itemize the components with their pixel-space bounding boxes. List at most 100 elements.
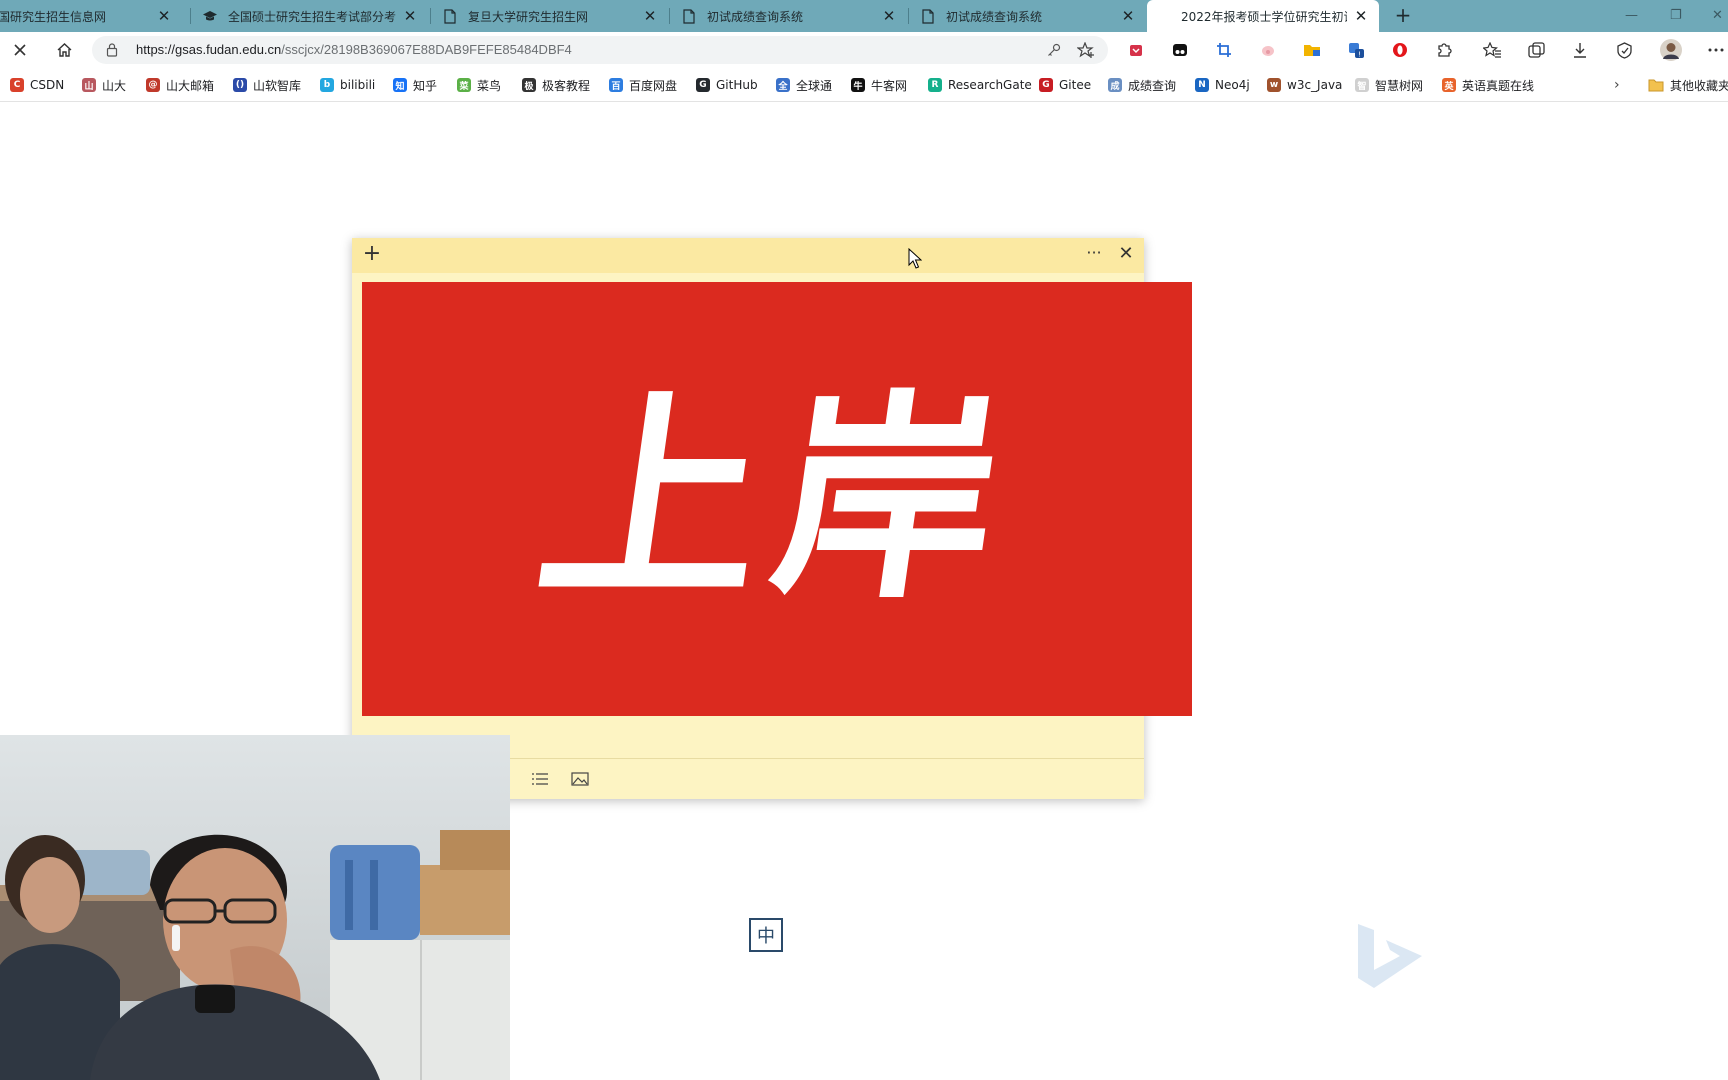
tab-strip: 国研究生招生信息网 ✕ 全国硕士研究生招生考试部分考生 ✕ 复旦大学研究生招生网…: [0, 0, 1728, 32]
browser-essentials-icon[interactable]: [1612, 38, 1636, 62]
sticky-note-header[interactable]: + ··· ✕: [352, 238, 1144, 273]
bookmark-bilibili[interactable]: b bilibili: [320, 76, 375, 94]
new-tab-button[interactable]: +: [1391, 4, 1415, 28]
graduation-cap-icon: [202, 8, 218, 24]
bookmarks-overflow-chevron-icon[interactable]: ›: [1614, 76, 1620, 94]
window-close-icon[interactable]: ✕: [1712, 8, 1723, 23]
minimize-icon[interactable]: —: [1625, 8, 1638, 23]
bookmark-csdn[interactable]: C CSDN: [10, 76, 64, 94]
bookmark-runoob[interactable]: 菜菜鸟: [457, 76, 501, 94]
url-path: /sscjcx/28198B369067E88DAB9FEFE85484DBF4: [281, 42, 572, 57]
tab-close-icon[interactable]: ✕: [1353, 8, 1369, 24]
tab-separator: [669, 8, 670, 24]
svg-text:!: !: [1358, 51, 1361, 59]
tab-title: 初试成绩查询系统: [707, 9, 804, 24]
tab-5[interactable]: 初试成绩查询系统 ✕: [910, 0, 1146, 32]
tab-3[interactable]: 复旦大学研究生招生网 ✕: [432, 0, 668, 32]
extension-tampermonkey-icon[interactable]: [1168, 38, 1192, 62]
tab-title: 全国硕士研究生招生考试部分考生: [228, 9, 396, 24]
bookmark-label: Gitee: [1059, 78, 1092, 92]
ime-indicator[interactable]: 中: [749, 918, 783, 952]
bookmark-w3c-java[interactable]: w w3c_Java: [1267, 76, 1342, 94]
bookmark-nowcoder[interactable]: 牛牛客网: [851, 76, 907, 94]
address-bar[interactable]: https://gsas.fudan.edu.cn/sscjcx/28198B3…: [92, 36, 1108, 64]
atom-icon: 全: [776, 78, 790, 92]
insert-image-icon[interactable]: [568, 768, 592, 790]
extension-crop-icon[interactable]: [1212, 38, 1236, 62]
tab-close-icon[interactable]: ✕: [156, 8, 172, 24]
tab-4[interactable]: 初试成绩查询系统 ✕: [671, 0, 907, 32]
bookmark-baidu-pan[interactable]: 百百度网盘: [609, 76, 677, 94]
tab-6-active[interactable]: 2022年报考硕士学位研究生初试 ✕: [1147, 0, 1379, 32]
bookmark-neo4j[interactable]: N Neo4j: [1195, 76, 1250, 94]
tab-title: 复旦大学研究生招生网: [468, 9, 589, 24]
bookmark-label: CSDN: [30, 78, 65, 92]
researchgate-icon: R: [928, 78, 942, 92]
bookmark-sdu-mail[interactable]: @ 山大邮箱: [146, 76, 214, 94]
more-menu-icon[interactable]: [1704, 38, 1728, 62]
nowcoder-icon: 牛: [851, 78, 865, 92]
bullet-list-icon[interactable]: [528, 768, 552, 790]
stop-loading-icon[interactable]: [8, 38, 32, 62]
favorites-icon[interactable]: [1480, 38, 1504, 62]
more-options-icon[interactable]: ···: [1082, 243, 1106, 267]
key-icon[interactable]: [1042, 38, 1066, 62]
bookmark-researchgate[interactable]: R ResearchGate: [928, 76, 1032, 94]
note-image: 上岸: [362, 282, 1192, 716]
bookmark-label: w3c_Java: [1287, 78, 1343, 92]
bilibili-icon: b: [320, 78, 334, 92]
other-bookmarks-folder[interactable]: 其他收藏夹: [1648, 76, 1728, 94]
tab-title: 2022年报考硕士学位研究生初试: [1181, 9, 1347, 24]
add-favorite-icon[interactable]: [1074, 38, 1098, 62]
tab-2[interactable]: 全国硕士研究生招生考试部分考生 ✕: [192, 0, 428, 32]
bookmark-label: 山大邮箱: [166, 78, 215, 93]
tab-close-icon[interactable]: ✕: [1120, 8, 1136, 24]
bookmark-label: ResearchGate: [948, 78, 1032, 92]
folder-icon: [1648, 79, 1664, 92]
extension-folder-icon[interactable]: [1300, 38, 1324, 62]
bookmark-score-query[interactable]: 成成绩查询: [1108, 76, 1176, 94]
extension-pig-icon[interactable]: [1256, 38, 1280, 62]
document-icon: [681, 8, 697, 24]
collections-icon[interactable]: [1524, 38, 1548, 62]
mouse-cursor-icon: [908, 248, 922, 269]
bookmark-github[interactable]: G GitHub: [696, 76, 758, 94]
extension-translate-icon[interactable]: !: [1344, 38, 1368, 62]
extension-opera-icon[interactable]: [1388, 38, 1412, 62]
home-icon[interactable]: [52, 38, 76, 62]
profile-avatar[interactable]: [1659, 38, 1683, 62]
extension-pocket-icon[interactable]: [1124, 38, 1148, 62]
bookmark-shandong-university[interactable]: 山山大: [82, 76, 126, 94]
tab-1[interactable]: 国研究生招生信息网 ✕: [0, 0, 182, 32]
tab-separator: [190, 8, 191, 24]
extensions-puzzle-icon[interactable]: [1432, 38, 1456, 62]
runoob-icon: 菜: [457, 78, 471, 92]
new-note-button[interactable]: +: [360, 243, 384, 267]
browser-toolbar: https://gsas.fudan.edu.cn/sscjcx/28198B3…: [0, 32, 1728, 68]
cloud-drive-icon: 百: [609, 78, 623, 92]
bookmark-sdu-software-library[interactable]: () 山软智库: [233, 76, 301, 94]
bookmark-label: 智慧树网: [1375, 78, 1424, 93]
csdn-icon: C: [10, 78, 24, 92]
bookmark-label: GitHub: [716, 78, 758, 92]
tab-close-icon[interactable]: ✕: [402, 8, 418, 24]
bookmark-gitee[interactable]: G Gitee: [1039, 76, 1091, 94]
downloads-icon[interactable]: [1568, 38, 1592, 62]
bookmark-geek-tutorial[interactable]: 极极客教程: [522, 76, 590, 94]
close-note-button[interactable]: ✕: [1114, 243, 1138, 267]
restore-icon[interactable]: ❐: [1670, 8, 1682, 23]
tab-close-icon[interactable]: ✕: [642, 8, 658, 24]
bookmark-quanqiutong[interactable]: 全全球通: [776, 76, 832, 94]
github-icon: G: [696, 78, 710, 92]
bookmark-label: 山大: [102, 78, 127, 93]
lock-icon[interactable]: [106, 42, 120, 58]
bookmark-zhihu[interactable]: 知知乎: [393, 76, 437, 94]
bookmark-english-exam[interactable]: 英英语真题在线: [1442, 76, 1534, 94]
webcam-photo: [0, 735, 510, 1080]
url-text[interactable]: https://gsas.fudan.edu.cn/sscjcx/28198B3…: [136, 42, 572, 57]
bookmark-label: 英语真题在线: [1462, 78, 1535, 93]
tab-close-icon[interactable]: ✕: [881, 8, 897, 24]
zhihu-icon: 知: [393, 78, 407, 92]
bookmark-zhihuishu[interactable]: 智智慧树网: [1355, 76, 1423, 94]
bookmark-label: 知乎: [413, 78, 438, 93]
